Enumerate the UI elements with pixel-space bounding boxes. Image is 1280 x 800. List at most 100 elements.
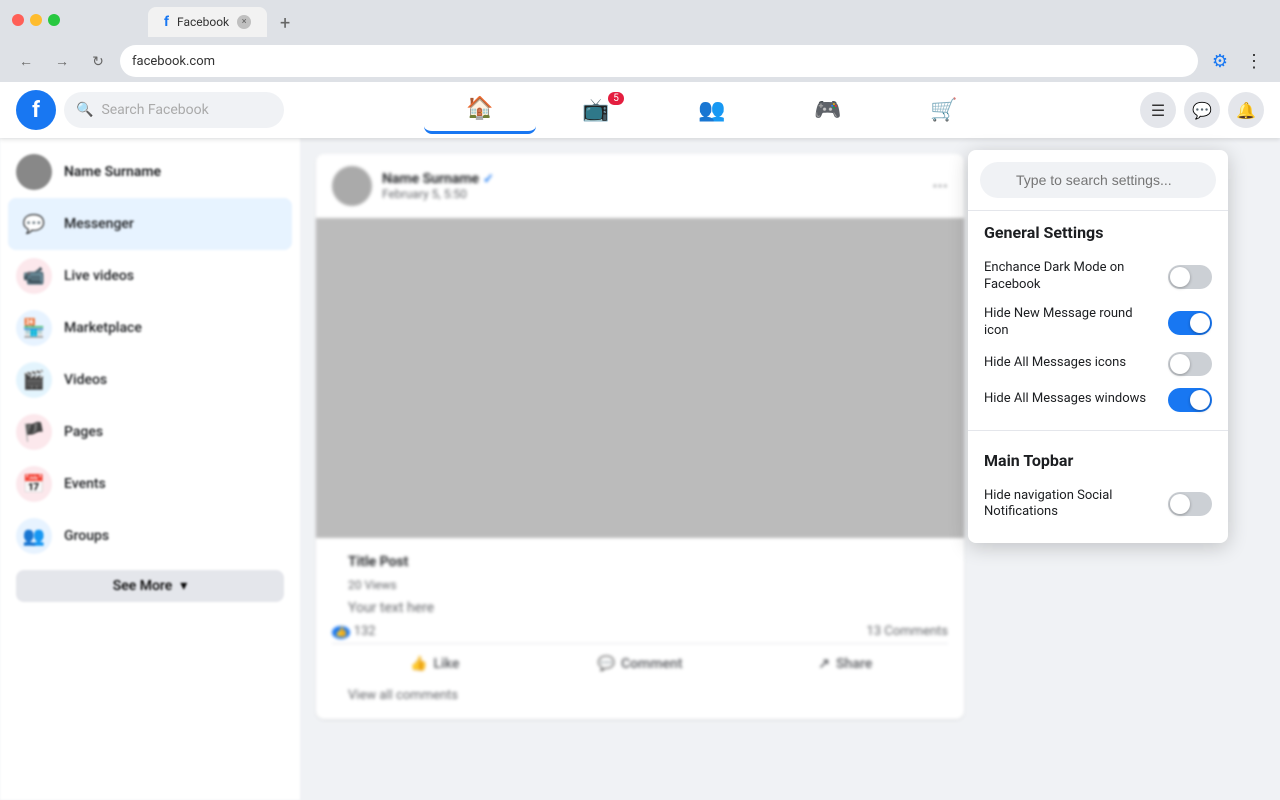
search-icon: 🔍: [76, 102, 93, 118]
settings-row-hide-all-icons: Hide All Messages icons: [984, 346, 1212, 382]
traffic-lights: [12, 14, 60, 26]
post-image: [316, 218, 964, 538]
post-footer: Title Post 20 Views Your text here 👍 132…: [316, 538, 964, 719]
facebook-page: f 🔍 Search Facebook 🏠 📺 5 👥 🎮 🛒 ☰ 💬 🔔: [0, 82, 1280, 800]
dark-mode-toggle[interactable]: [1168, 265, 1212, 289]
sidebar-item-marketplace[interactable]: 🏪 Marketplace: [8, 302, 292, 354]
left-sidebar: Name Surname 💬 Messenger 📹 Live videos 🏪…: [0, 138, 300, 800]
sidebar-item-videos[interactable]: 🎬 Videos: [8, 354, 292, 406]
nav-watch[interactable]: 📺 5: [540, 86, 652, 134]
sidebar-label-pages: Pages: [64, 424, 103, 440]
hide-all-icons-label: Hide All Messages icons: [984, 355, 1160, 372]
hide-all-icons-toggle[interactable]: [1168, 352, 1212, 376]
settings-panel: 🔍 General Settings Enchance Dark Mode on…: [968, 150, 1228, 543]
sidebar-user[interactable]: Name Surname: [8, 146, 292, 198]
forward-button[interactable]: →: [48, 47, 76, 75]
watch-badge: 5: [608, 92, 624, 105]
sidebar-item-groups[interactable]: 👥 Groups: [8, 510, 292, 562]
messenger-button[interactable]: 💬: [1184, 92, 1220, 128]
sidebar-item-messenger[interactable]: 💬 Messenger: [8, 198, 292, 250]
post-subtitle: 20 Views: [332, 578, 948, 592]
groups-icon: 👥: [16, 518, 52, 554]
pages-icon: 🏴: [16, 414, 52, 450]
back-button[interactable]: ←: [12, 47, 40, 75]
nav-groups[interactable]: 👥: [656, 86, 768, 134]
nav-marketplace[interactable]: 🛒: [888, 86, 1000, 134]
comment-icon: 💬: [598, 656, 615, 672]
sidebar-item-live[interactable]: 📹 Live videos: [8, 250, 292, 302]
post-comments-count: 13 Comments: [866, 624, 948, 639]
toolbar-icons: ⚙ ⋮: [1206, 47, 1268, 75]
post-title: Title Post: [332, 546, 948, 578]
sidebar-label-marketplace: Marketplace: [64, 320, 142, 336]
nav-right: ☰ 💬 🔔: [1140, 92, 1264, 128]
settings-row-hide-nav: Hide navigation Social Notifications: [984, 482, 1212, 528]
browser-tab[interactable]: f Facebook ×: [148, 7, 267, 37]
address-text: facebook.com: [132, 54, 215, 69]
hide-new-message-toggle[interactable]: [1168, 311, 1212, 335]
search-bar[interactable]: 🔍 Search Facebook: [64, 92, 284, 128]
notifications-button[interactable]: 🔔: [1228, 92, 1264, 128]
sidebar-item-pages[interactable]: 🏴 Pages: [8, 406, 292, 458]
tab-bar: f Facebook × +: [68, 3, 379, 37]
sidebar-label-videos: Videos: [64, 372, 107, 388]
maximize-button[interactable]: [48, 14, 60, 26]
user-name: Name Surname: [64, 164, 161, 180]
videos-icon: 🎬: [16, 362, 52, 398]
share-button[interactable]: ↗ Share: [743, 648, 948, 680]
user-avatar: [16, 154, 52, 190]
live-icon: 📹: [16, 258, 52, 294]
settings-search-input[interactable]: [980, 162, 1216, 198]
tab-title: f: [164, 14, 169, 30]
post-text: Your text here: [332, 592, 948, 620]
events-icon: 📅: [16, 466, 52, 502]
main-content: Name Surname ✓ February 5, 5:50 ··· Titl…: [300, 138, 980, 800]
post-meta: Name Surname ✓ February 5, 5:50: [382, 171, 922, 201]
facebook-logo: f: [16, 90, 56, 130]
hide-new-message-label: Hide New Message round icon: [984, 306, 1160, 340]
settings-row-hide-all-windows: Hide All Messages windows: [984, 382, 1212, 418]
like-button[interactable]: 👍 Like: [332, 648, 537, 680]
post-more-button[interactable]: ···: [932, 174, 948, 198]
main-topbar-title: Main Topbar: [984, 451, 1212, 470]
post-actions: 👍 Like 💬 Comment ↗ Share: [332, 643, 948, 680]
close-button[interactable]: [12, 14, 24, 26]
address-bar[interactable]: facebook.com: [120, 45, 1198, 77]
main-topbar-section: Main Topbar Hide navigation Social Notif…: [968, 439, 1228, 532]
minimize-button[interactable]: [30, 14, 42, 26]
title-bar: f Facebook × +: [0, 0, 1280, 40]
marketplace-icon: 🏪: [16, 310, 52, 346]
share-icon: ↗: [818, 656, 830, 672]
nav-home[interactable]: 🏠: [424, 86, 536, 134]
hide-nav-label: Hide navigation Social Notifications: [984, 488, 1160, 522]
sidebar-item-events[interactable]: 📅 Events: [8, 458, 292, 510]
sidebar-label-messenger: Messenger: [64, 216, 134, 232]
dark-mode-label: Enchance Dark Mode on Facebook: [984, 260, 1160, 294]
settings-row-hide-new-message: Hide New Message round icon: [984, 300, 1212, 346]
menu-button[interactable]: ☰: [1140, 92, 1176, 128]
see-more-button[interactable]: See More ▾: [16, 570, 284, 602]
hide-all-windows-label: Hide All Messages windows: [984, 391, 1160, 408]
like-icon: 👍: [410, 656, 427, 672]
address-bar-row: ← → ↻ facebook.com ⚙ ⋮: [0, 40, 1280, 82]
comment-button[interactable]: 💬 Comment: [537, 648, 742, 680]
tab-close-button[interactable]: ×: [237, 15, 251, 29]
post-stats: 👍 132 13 Comments: [332, 620, 948, 643]
nav-gaming[interactable]: 🎮: [772, 86, 884, 134]
hide-nav-toggle[interactable]: [1168, 492, 1212, 516]
new-tab-button[interactable]: +: [271, 9, 299, 37]
search-placeholder: Search Facebook: [101, 102, 208, 118]
reload-button[interactable]: ↻: [84, 47, 112, 75]
settings-row-dark-mode: Enchance Dark Mode on Facebook: [984, 254, 1212, 300]
general-settings-section: General Settings Enchance Dark Mode on F…: [968, 211, 1228, 422]
browser-menu-icon[interactable]: ⋮: [1240, 47, 1268, 75]
extensions-icon[interactable]: ⚙: [1206, 47, 1234, 75]
sidebar-label-live: Live videos: [64, 268, 134, 284]
post-time: February 5, 5:50: [382, 187, 922, 201]
hide-all-windows-toggle[interactable]: [1168, 388, 1212, 412]
sidebar-label-groups: Groups: [64, 528, 109, 544]
chevron-down-icon: ▾: [180, 578, 187, 594]
post-header: Name Surname ✓ February 5, 5:50 ···: [316, 154, 964, 218]
view-all-comments[interactable]: View all comments: [332, 680, 948, 711]
nav-center: 🏠 📺 5 👥 🎮 🛒: [284, 86, 1140, 134]
